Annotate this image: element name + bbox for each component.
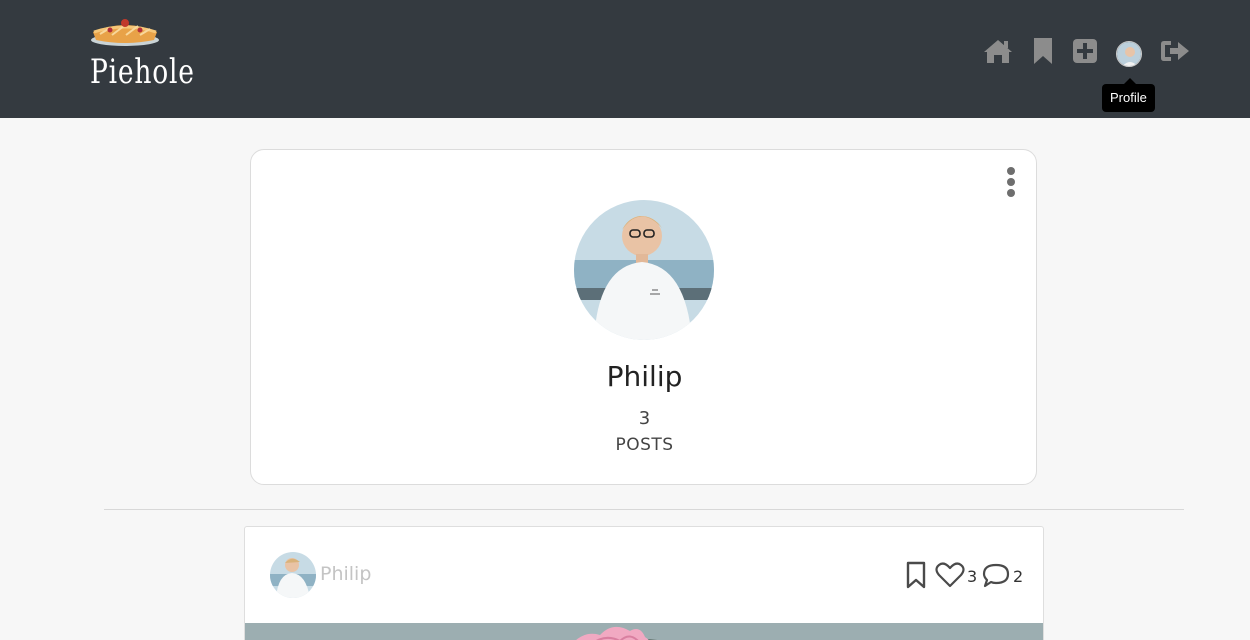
post-image[interactable] xyxy=(245,623,1043,640)
post-actions: 3 2 xyxy=(905,559,1030,589)
profile-card: Philip 3 POSTS xyxy=(250,149,1037,485)
post-count: 3 xyxy=(638,408,651,429)
bookmark-icon[interactable] xyxy=(1028,36,1058,66)
profile-avatar xyxy=(574,200,714,340)
top-navbar: Piehole Profile xyxy=(0,0,1250,118)
section-divider xyxy=(104,509,1184,510)
post-count-label: POSTS xyxy=(615,435,674,455)
profile-name: Philip xyxy=(606,360,683,393)
speech-bubble-icon[interactable] xyxy=(982,563,1010,593)
home-icon[interactable] xyxy=(983,36,1013,66)
avatar[interactable] xyxy=(1116,41,1142,67)
sign-out-icon[interactable] xyxy=(1160,36,1190,66)
post-author-name[interactable]: Philip xyxy=(320,563,371,585)
comment-count: 2 xyxy=(1013,567,1024,586)
bookmark-outline-icon[interactable] xyxy=(905,561,927,593)
kebab-menu-icon[interactable] xyxy=(1004,167,1018,197)
heart-outline-icon[interactable] xyxy=(935,562,965,592)
post-author-avatar[interactable] xyxy=(270,552,316,598)
pie-icon xyxy=(91,19,159,46)
brand-name: Piehole xyxy=(90,52,195,92)
post-card: Philip 3 2 xyxy=(244,526,1044,640)
plus-square-icon[interactable] xyxy=(1070,36,1100,66)
like-count: 3 xyxy=(967,567,978,586)
brand-logo[interactable]: Piehole xyxy=(88,14,194,94)
profile-tooltip: Profile xyxy=(1102,78,1155,112)
